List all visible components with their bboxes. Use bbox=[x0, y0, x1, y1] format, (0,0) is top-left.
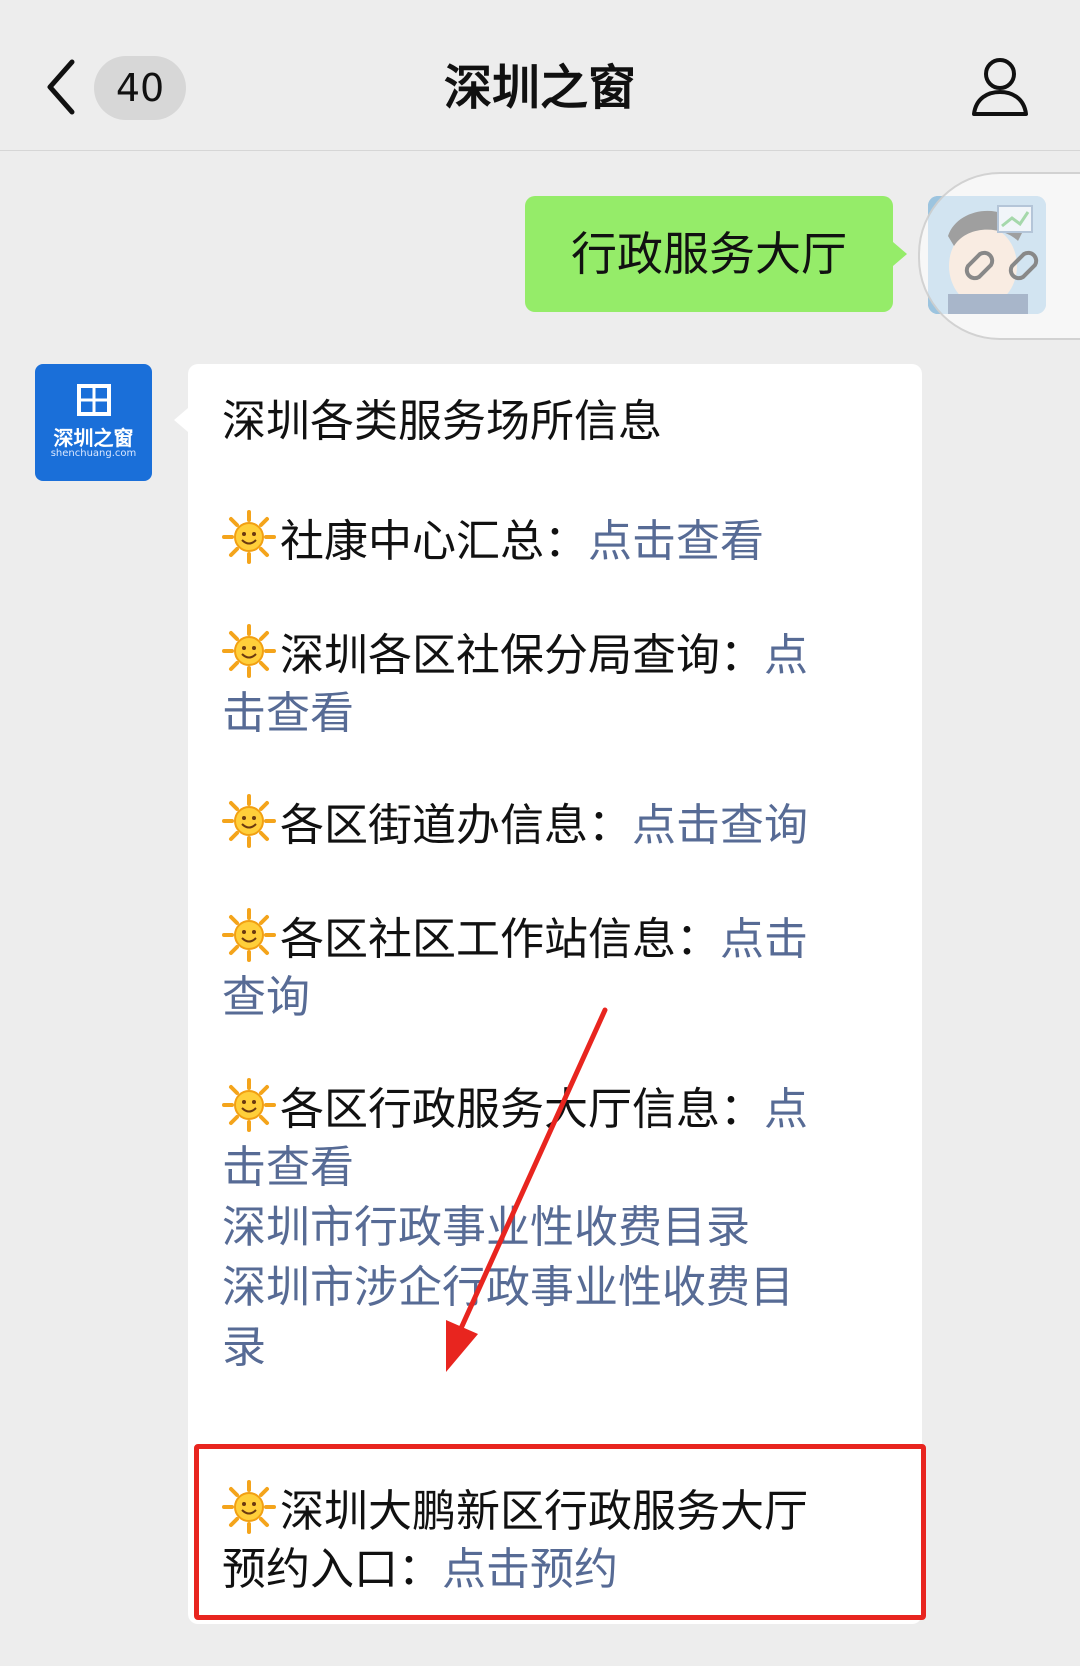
user-icon bbox=[972, 58, 1028, 116]
list-item: 深圳各区社保分局查询：点 bbox=[222, 624, 808, 686]
link-street-office[interactable]: 点击查询 bbox=[632, 800, 808, 851]
sun-icon bbox=[222, 794, 276, 848]
sun-icon bbox=[222, 908, 276, 962]
list-item: 各区社区工作站信息：点击 bbox=[222, 908, 808, 970]
item-label: 各区街道办信息： bbox=[280, 800, 632, 851]
floating-link-button[interactable] bbox=[918, 172, 1080, 340]
link-icon bbox=[964, 250, 1039, 281]
message-heading: 深圳各类服务场所信息 bbox=[222, 396, 662, 447]
chat-title: 深圳之窗 bbox=[443, 60, 636, 116]
link-enterprise-fee-part2[interactable]: 录 bbox=[222, 1318, 266, 1378]
profile-button[interactable] bbox=[968, 54, 1032, 120]
link-social-security-part1[interactable]: 点 bbox=[764, 630, 808, 681]
sun-icon bbox=[222, 510, 276, 564]
item-label: 社康中心汇总： bbox=[280, 516, 588, 567]
link-community-station-part2[interactable]: 查询 bbox=[222, 968, 310, 1028]
item-label: 各区社区工作站信息： bbox=[280, 914, 720, 965]
list-item: 社康中心汇总：点击查看 bbox=[222, 510, 764, 572]
sun-icon bbox=[222, 1078, 276, 1132]
link-community-station-part1[interactable]: 点击 bbox=[720, 914, 808, 965]
highlight-box bbox=[194, 1444, 926, 1620]
item-label: 深圳各区社保分局查询： bbox=[280, 630, 764, 681]
outgoing-message-bubble[interactable]: 行政服务大厅 bbox=[525, 196, 907, 312]
sender-avatar[interactable]: 深圳之窗 shenchuang.com bbox=[35, 364, 152, 481]
item-label: 各区行政服务大厅信息： bbox=[280, 1084, 764, 1135]
avatar-brand-text: 深圳之窗 bbox=[53, 426, 134, 450]
list-item: 各区街道办信息：点击查询 bbox=[222, 794, 808, 856]
link-fee-catalog[interactable]: 深圳市行政事业性收费目录 bbox=[222, 1198, 750, 1258]
avatar-domain-text: shenchuang.com bbox=[50, 448, 137, 459]
link-social-security-part2[interactable]: 击查看 bbox=[222, 684, 354, 744]
sun-icon bbox=[222, 624, 276, 678]
top-bar: 40 深圳之窗 bbox=[0, 0, 1080, 151]
link-enterprise-fee-part1[interactable]: 深圳市涉企行政事业性收费目 bbox=[222, 1258, 794, 1318]
link-view-community-health[interactable]: 点击查看 bbox=[588, 516, 764, 567]
link-admin-hall-part2[interactable]: 击查看 bbox=[222, 1138, 354, 1198]
link-admin-hall-part1[interactable]: 点 bbox=[764, 1084, 808, 1135]
list-item: 各区行政服务大厅信息：点 bbox=[222, 1078, 808, 1140]
